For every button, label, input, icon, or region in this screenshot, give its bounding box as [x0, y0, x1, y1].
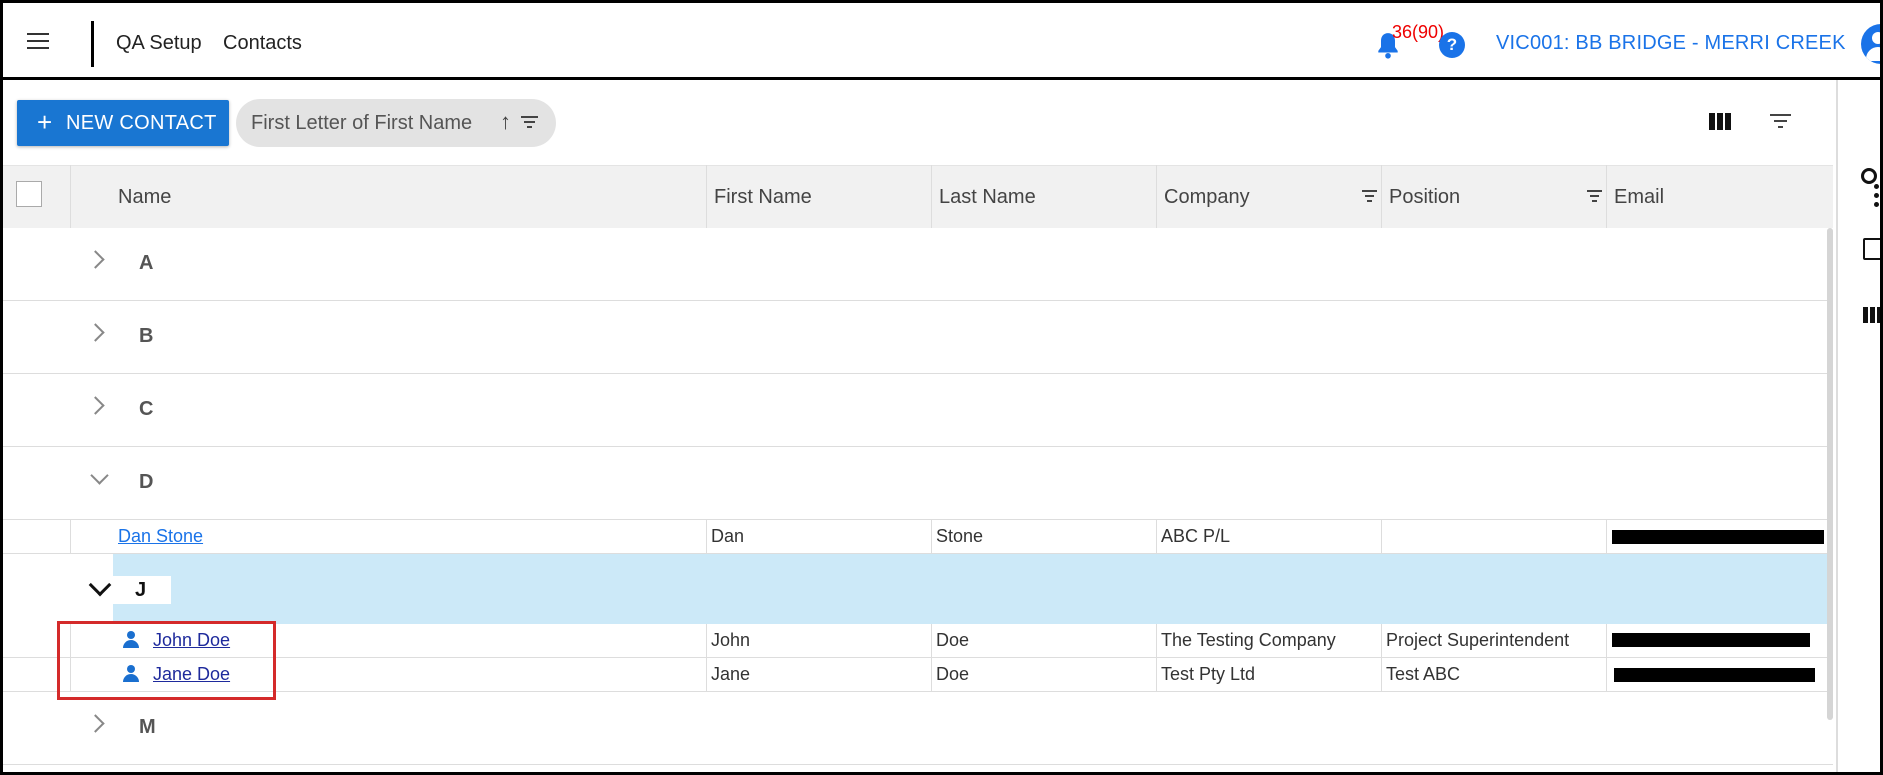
column-divider	[1156, 520, 1157, 554]
app-header: QA Setup Contacts 36(90) ? VIC001: BB BR…	[3, 3, 1883, 80]
column-divider	[1381, 520, 1382, 554]
first-name-cell: Dan	[711, 526, 745, 546]
column-divider	[706, 624, 707, 692]
column-divider	[706, 165, 707, 228]
group-by-label: First Letter of First Name	[251, 112, 473, 134]
group-row-m[interactable]: M	[3, 692, 1833, 765]
column-divider	[70, 520, 71, 554]
search-icon[interactable]	[1861, 168, 1877, 184]
group-by-chip[interactable]: First Letter of First Name ↑	[236, 99, 556, 147]
columns-icon[interactable]	[1863, 307, 1883, 323]
group-label: C	[139, 398, 154, 420]
group-row-d[interactable]: D	[3, 447, 1833, 520]
site-selector[interactable]: VIC001: BB BRIDGE - MERRI CREEK	[1496, 32, 1846, 55]
first-name-cell: Jane	[711, 664, 751, 684]
position-cell: Test ABC	[1386, 664, 1461, 684]
filter-icon[interactable]	[521, 116, 538, 128]
column-divider	[1156, 165, 1157, 228]
column-header-name[interactable]: Name	[113, 166, 703, 229]
redacted-email	[1612, 633, 1810, 647]
column-divider	[931, 520, 932, 554]
company-cell: Test Pty Ltd	[1161, 664, 1256, 684]
redacted-email	[1612, 530, 1824, 544]
plus-icon: +	[37, 107, 53, 137]
group-row-a[interactable]: A	[3, 228, 1833, 301]
group-row-c[interactable]: C	[3, 374, 1833, 447]
filter-icon[interactable]	[1362, 190, 1377, 202]
group-row-j[interactable]	[113, 554, 1833, 624]
page-title: Contacts	[223, 32, 302, 54]
header-divider	[91, 21, 94, 67]
group-label: A	[139, 252, 154, 274]
list-icon[interactable]	[1863, 238, 1883, 260]
filter-icon[interactable]	[1587, 190, 1602, 202]
column-header-company[interactable]: Company	[1159, 166, 1381, 229]
company-cell: The Testing Company	[1161, 630, 1336, 650]
column-divider	[706, 520, 707, 554]
column-divider	[1156, 624, 1157, 692]
column-divider	[931, 624, 932, 692]
select-all-checkbox[interactable]	[16, 181, 42, 207]
side-toolbar	[1836, 80, 1882, 772]
sort-ascending-icon[interactable]: ↑	[500, 109, 511, 135]
vertical-scrollbar[interactable]	[1827, 228, 1833, 720]
group-label: D	[139, 471, 154, 493]
column-header-position[interactable]: Position	[1384, 166, 1606, 229]
column-divider	[931, 165, 932, 228]
column-header-email[interactable]: Email	[1609, 166, 1831, 229]
group-label: J	[135, 579, 147, 601]
group-label: B	[139, 325, 154, 347]
column-divider	[1606, 624, 1607, 692]
grid-header: Name First Name Last Name Company Positi…	[3, 165, 1833, 230]
company-cell: ABC P/L	[1161, 526, 1231, 546]
app-title: QA Setup	[116, 32, 202, 54]
column-divider	[1381, 165, 1382, 228]
redacted-email	[1614, 668, 1815, 682]
chevron-right-icon[interactable]	[86, 323, 105, 342]
first-name-cell: John	[711, 630, 751, 650]
chevron-right-icon[interactable]	[86, 396, 105, 415]
column-header-first-name[interactable]: First Name	[709, 166, 931, 229]
notification-badge: 36(90)	[1392, 22, 1445, 42]
columns-icon[interactable]	[1709, 113, 1731, 130]
new-contact-label: NEW CONTACT	[66, 112, 217, 134]
chevron-right-icon[interactable]	[86, 250, 105, 269]
avatar-icon[interactable]	[1861, 24, 1883, 64]
more-vertical-icon[interactable]	[1874, 184, 1880, 211]
highlight-annotation	[57, 621, 276, 700]
table-row[interactable]: Jane Doe Jane Doe Test Pty Ltd Test ABC	[3, 658, 1833, 692]
column-header-last-name[interactable]: Last Name	[934, 166, 1156, 229]
group-label: M	[139, 716, 156, 738]
last-name-cell: Stone	[936, 526, 984, 546]
contact-name-link[interactable]: Dan Stone	[118, 526, 203, 547]
column-divider	[1381, 624, 1382, 692]
table-row[interactable]: Dan Stone Dan Stone ABC P/L	[3, 520, 1833, 554]
group-row-b[interactable]: B	[3, 301, 1833, 374]
table-row[interactable]: John Doe John Doe The Testing Company Pr…	[3, 624, 1833, 658]
chevron-right-icon[interactable]	[86, 714, 105, 733]
chevron-down-icon[interactable]	[88, 573, 112, 597]
column-divider	[1606, 520, 1607, 554]
last-name-cell: Doe	[936, 630, 970, 650]
chevron-down-icon[interactable]	[90, 466, 109, 485]
position-cell: Project Superintendent	[1386, 630, 1570, 650]
help-icon[interactable]: ?	[1439, 32, 1465, 58]
last-name-cell: Doe	[936, 664, 970, 684]
hamburger-icon[interactable]	[27, 33, 49, 49]
filter-icon[interactable]	[1770, 114, 1791, 128]
column-divider	[70, 165, 71, 228]
column-divider	[1606, 165, 1607, 228]
new-contact-button[interactable]: + NEW CONTACT	[17, 100, 229, 146]
